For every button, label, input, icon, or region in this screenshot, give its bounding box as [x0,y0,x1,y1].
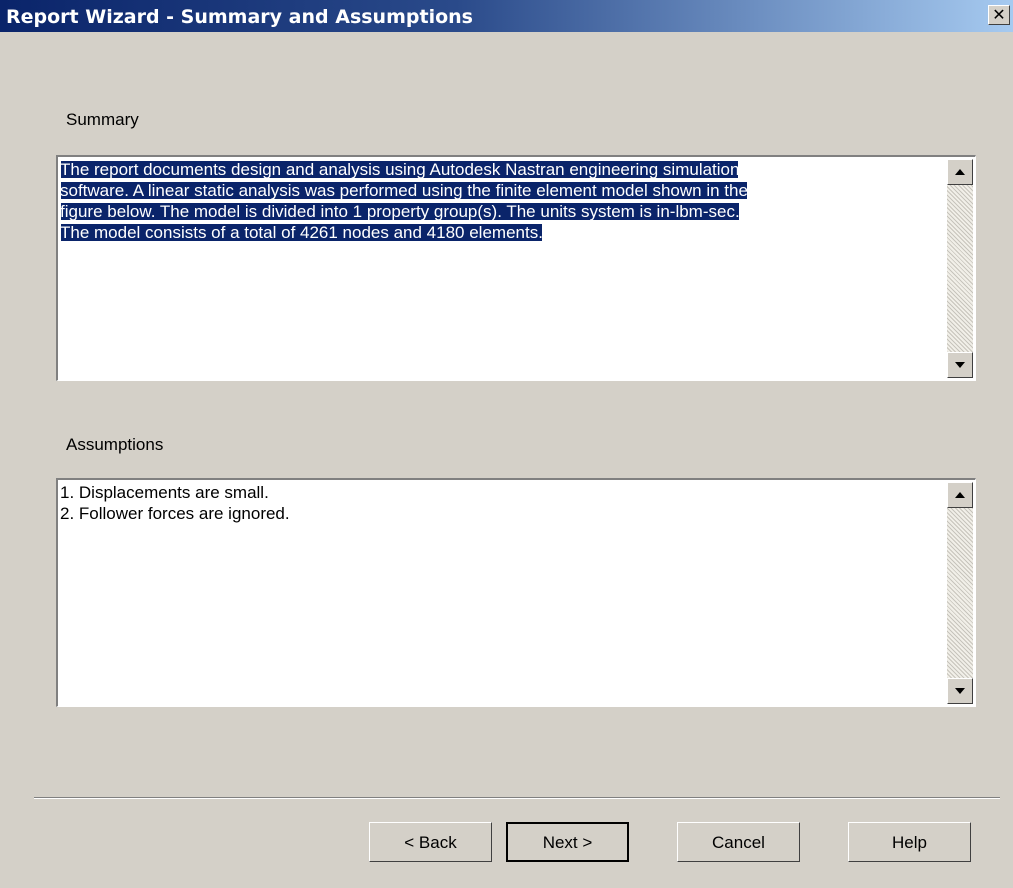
close-button[interactable]: ✕ [988,5,1010,25]
assumptions-scrollbar[interactable] [947,482,973,704]
scroll-up-arrow-icon [955,492,965,498]
assumptions-textarea[interactable]: 1. Displacements are small. 2. Follower … [56,478,976,707]
close-icon: ✕ [992,5,1006,24]
summary-line: The report documents design and analysis… [60,160,740,179]
summary-textarea[interactable]: The report documents design and analysis… [56,155,976,381]
back-button[interactable]: < Back [369,822,492,862]
summary-line: figure below. The model is divided into … [60,202,740,221]
scroll-down-button[interactable] [947,352,973,378]
assumption-line: 2. Follower forces are ignored. [60,504,290,523]
summary-text: The report documents design and analysis… [60,159,947,243]
next-button[interactable]: Next > [506,822,629,862]
help-button[interactable]: Help [848,822,971,862]
summary-line: software. A linear static analysis was p… [60,181,748,200]
cancel-button[interactable]: Cancel [677,822,800,862]
scroll-down-arrow-icon [955,362,965,368]
assumptions-text: 1. Displacements are small. 2. Follower … [60,482,947,524]
window-title: Report Wizard - Summary and Assumptions [6,6,473,28]
summary-label: Summary [66,110,139,129]
title-bar: Report Wizard - Summary and Assumptions … [0,0,1013,32]
scroll-down-arrow-icon [955,688,965,694]
summary-line: The model consists of a total of 4261 no… [60,223,543,242]
scroll-up-button[interactable] [947,159,973,185]
footer-separator [34,797,1000,799]
scroll-down-button[interactable] [947,678,973,704]
assumption-line: 1. Displacements are small. [60,483,269,502]
scroll-up-button[interactable] [947,482,973,508]
assumptions-label: Assumptions [66,435,164,454]
scroll-up-arrow-icon [955,169,965,175]
summary-scrollbar[interactable] [947,159,973,378]
